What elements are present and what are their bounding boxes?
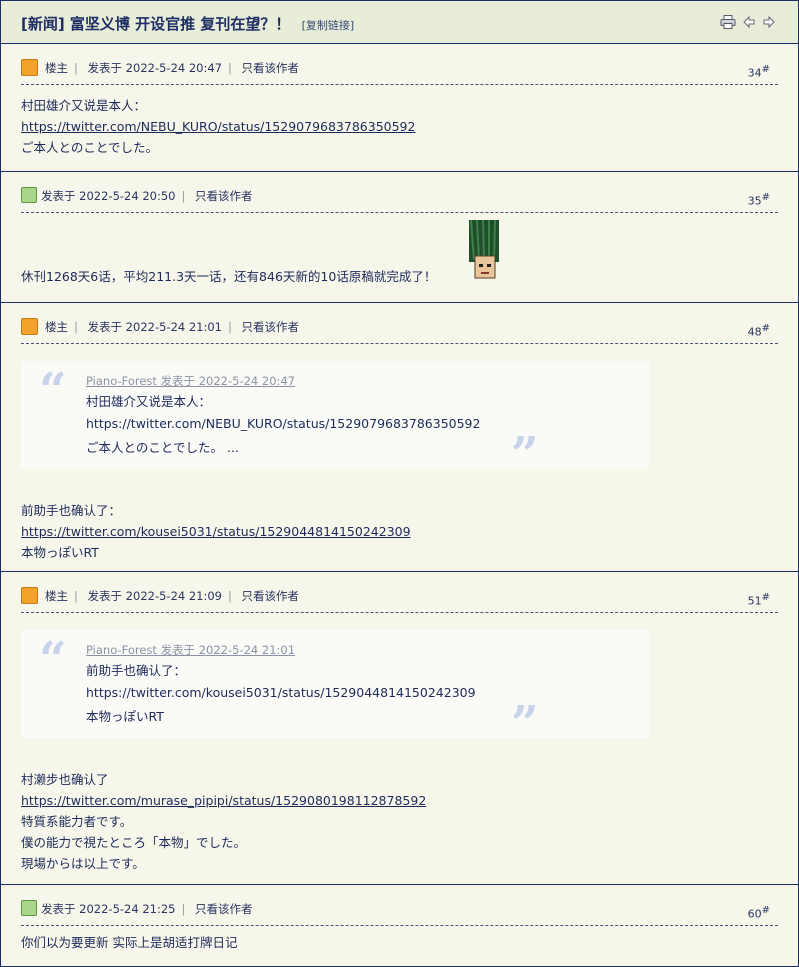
only-author-link[interactable]: 只看该作者 <box>195 902 253 916</box>
only-author-link[interactable]: 只看该作者 <box>242 589 300 603</box>
post-line: 特質系能力者です。 <box>21 814 133 829</box>
post-body: 村濑步也确认了 https://twitter.com/murase_pipip… <box>21 769 778 874</box>
quote-line: 本物っぽいRT <box>86 709 164 724</box>
floor-number[interactable]: 48# <box>748 323 770 339</box>
op-badge: 楼主 <box>45 589 68 603</box>
post-line: 僕の能力で視たところ「本物」でした。 <box>21 835 247 850</box>
floor-number[interactable]: 51# <box>748 592 770 608</box>
post-body: 你们以为要更新 实际上是胡适打牌日记 <box>21 932 778 953</box>
post-line: 你们以为要更新 实际上是胡适打牌日记 <box>21 935 238 950</box>
post-line: ご本人とのことでした。 <box>21 140 159 155</box>
only-author-link[interactable]: 只看该作者 <box>242 61 300 75</box>
sticker-image <box>469 219 499 282</box>
post-time: 发表于 2022-5-24 21:09 <box>87 589 222 603</box>
post-line: 現場からは以上です。 <box>21 856 145 871</box>
post-60: 发表于 2022-5-24 21:25 | 只看该作者 60# 你们以为要更新 实… <box>1 885 798 966</box>
post-line: 前助手也确认了： <box>21 503 122 518</box>
tweet-link[interactable]: https://twitter.com/murase_pipipi/status… <box>21 793 426 808</box>
thread-title: [新闻] 富坚义博 开设官推 复刊在望？！ [复制链接] <box>21 13 354 34</box>
quote-line: ご本人とのことでした。 ... <box>86 440 239 455</box>
post-meta: 发表于 2022-5-24 21:25 | 只看该作者 60# <box>21 897 778 926</box>
op-badge: 楼主 <box>45 61 68 75</box>
post-line: 本物っぽいRT <box>21 545 99 560</box>
close-quote-icon: ” <box>511 696 539 752</box>
thread-tools <box>720 15 776 29</box>
post-51: 楼主 | 发表于 2022-5-24 21:09 | 只看该作者 51# “ Pia… <box>1 572 798 885</box>
close-quote-icon: ” <box>511 427 539 483</box>
quote-block: “ Piano-Forest 发表于 2022-5-24 21:01 前助手也确… <box>21 630 649 752</box>
avatar-icon[interactable] <box>21 59 38 76</box>
avatar-icon[interactable] <box>21 187 37 203</box>
op-badge: 楼主 <box>45 320 68 334</box>
avatar-icon[interactable] <box>21 318 38 335</box>
quote-block: “ Piano-Forest 发表于 2022-5-24 20:47 村田雄介又… <box>21 361 649 483</box>
next-thread-icon[interactable] <box>762 15 776 29</box>
post-line: 村濑步也确认了 <box>21 772 109 787</box>
avatar-icon[interactable] <box>21 587 38 604</box>
post-time: 发表于 2022-5-24 20:50 <box>41 189 176 203</box>
prev-thread-icon[interactable] <box>742 15 756 29</box>
post-time: 发表于 2022-5-24 21:01 <box>87 320 222 334</box>
post-meta: 楼主 | 发表于 2022-5-24 21:09 | 只看该作者 51# <box>21 584 778 613</box>
post-time: 发表于 2022-5-24 20:47 <box>87 61 222 75</box>
tweet-link[interactable]: https://twitter.com/kousei5031/status/15… <box>21 524 411 539</box>
quote-line: 前助手也确认了： <box>86 663 187 678</box>
only-author-link[interactable]: 只看该作者 <box>242 320 300 334</box>
post-meta: 发表于 2022-5-24 20:50 | 只看该作者 35# <box>21 184 778 213</box>
post-48: 楼主 | 发表于 2022-5-24 21:01 | 只看该作者 48# “ Pia… <box>1 303 798 572</box>
thread-frame: [新闻] 富坚义博 开设官推 复刊在望？！ [复制链接] 楼主 | 发表于 202… <box>0 0 799 967</box>
post-line: 休刊1268天6话，平均211.3天一话，还有846天新的10话原稿就完成了！ <box>21 269 437 284</box>
post-line: 村田雄介又说是本人： <box>21 98 147 113</box>
quote-line: https://twitter.com/NEBU_KURO/status/152… <box>86 416 481 431</box>
open-quote-icon: “ <box>39 632 67 688</box>
post-body: 休刊1268天6话，平均211.3天一话，还有846天新的10话原稿就完成了！ <box>21 266 778 287</box>
post-body: 前助手也确认了： https://twitter.com/kousei5031/… <box>21 500 778 563</box>
quote-line: 村田雄介又说是本人： <box>86 394 212 409</box>
tweet-link[interactable]: https://twitter.com/NEBU_KURO/status/152… <box>21 119 415 134</box>
post-body: 村田雄介又说是本人： https://twitter.com/NEBU_KURO… <box>21 95 778 158</box>
only-author-link[interactable]: 只看该作者 <box>195 189 253 203</box>
quote-header[interactable]: Piano-Forest 发表于 2022-5-24 20:47 <box>86 373 295 389</box>
copy-link-button[interactable]: [复制链接] <box>302 19 355 32</box>
floor-number[interactable]: 34# <box>748 64 770 80</box>
thread-header: [新闻] 富坚义博 开设官推 复刊在望？！ [复制链接] <box>1 1 798 44</box>
quote-line: https://twitter.com/kousei5031/status/15… <box>86 685 476 700</box>
floor-number[interactable]: 35# <box>748 192 770 208</box>
floor-number[interactable]: 60# <box>748 905 770 921</box>
post-34: 楼主 | 发表于 2022-5-24 20:47 | 只看该作者 34# 村田雄介又… <box>1 44 798 172</box>
post-meta: 楼主 | 发表于 2022-5-24 20:47 | 只看该作者 34# <box>21 56 778 85</box>
print-icon[interactable] <box>720 15 736 29</box>
post-time: 发表于 2022-5-24 21:25 <box>41 902 176 916</box>
post-35: 发表于 2022-5-24 20:50 | 只看该作者 35# 休刊1268天6话… <box>1 172 798 303</box>
thread-title-text: [新闻] 富坚义博 开设官推 复刊在望？！ <box>21 15 291 33</box>
open-quote-icon: “ <box>39 363 67 419</box>
post-meta: 楼主 | 发表于 2022-5-24 21:01 | 只看该作者 48# <box>21 315 778 344</box>
quote-header[interactable]: Piano-Forest 发表于 2022-5-24 21:01 <box>86 642 295 658</box>
avatar-icon[interactable] <box>21 900 37 916</box>
